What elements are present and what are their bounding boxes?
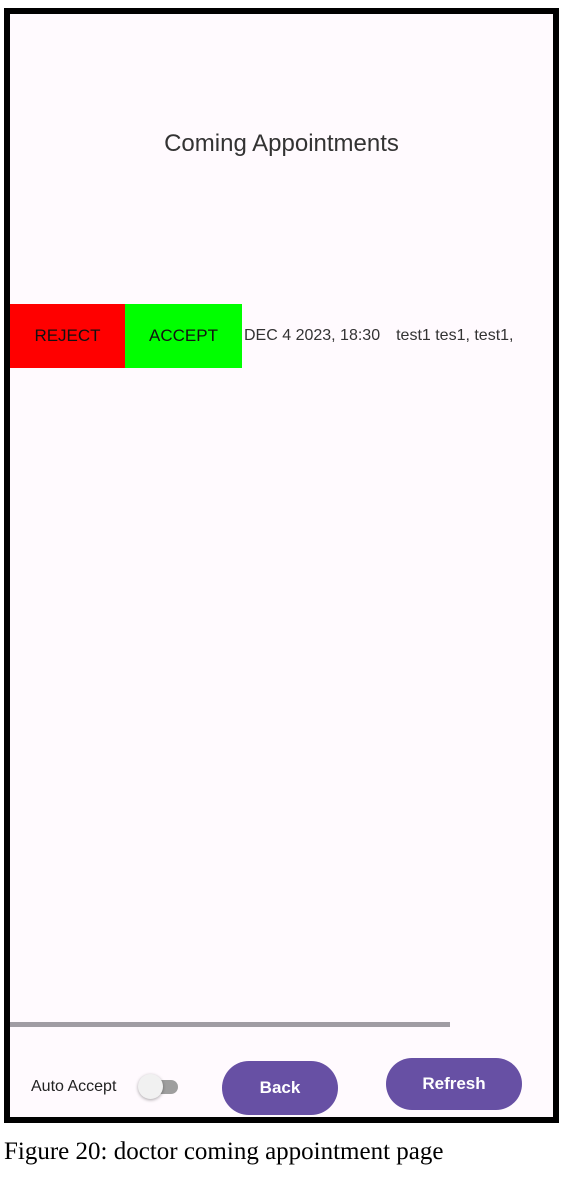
scroll-indicator	[10, 1022, 450, 1027]
reject-button[interactable]: REJECT	[10, 304, 125, 368]
bottom-bar: Auto Accept Back Refresh	[10, 1054, 553, 1117]
accept-button[interactable]: ACCEPT	[125, 304, 242, 368]
back-button[interactable]: Back	[222, 1061, 338, 1115]
auto-accept-label: Auto Accept	[31, 1078, 117, 1095]
refresh-button[interactable]: Refresh	[386, 1058, 522, 1110]
page-title: Coming Appointments	[164, 130, 399, 157]
appointment-row: REJECT ACCEPT DEC 4 2023, 18:30 test1 te…	[10, 304, 514, 368]
appointment-datetime: DEC 4 2023, 18:30	[244, 327, 381, 344]
phone-screen: Coming Appointments REJECT ACCEPT DEC 4 …	[4, 8, 559, 1123]
figure-caption: Figure 20: doctor coming appointment pag…	[4, 1138, 444, 1165]
auto-accept-toggle[interactable]	[138, 1074, 180, 1100]
toggle-thumb	[138, 1074, 163, 1099]
appointment-patient: test1 tes1, test1,	[396, 327, 514, 344]
